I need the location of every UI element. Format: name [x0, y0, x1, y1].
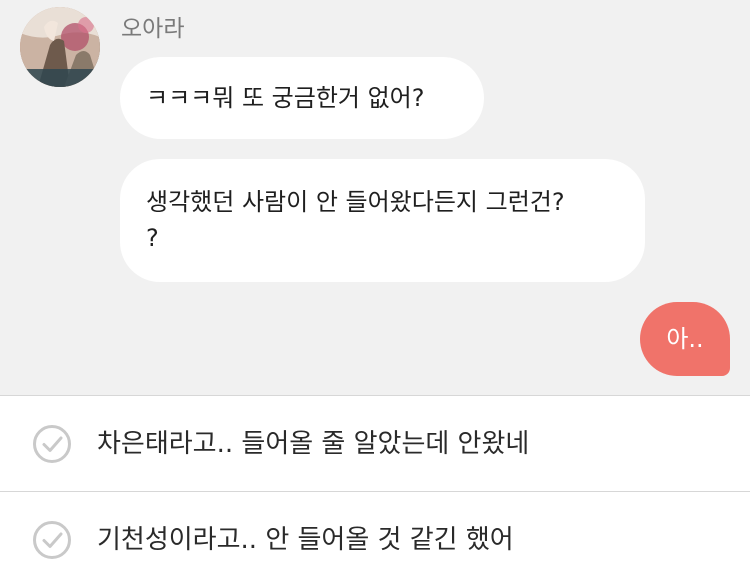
reply-option-label: 기천성이라고.. 안 들어올 것 같긴 했어 [97, 525, 514, 555]
message-bubble-incoming: 생각했던 사람이 안 들어왔다든지 그런건? ? [120, 159, 645, 282]
avatar-image [20, 7, 100, 87]
reply-option-label: 차은태라고.. 들어올 줄 알았는데 안왔네 [97, 429, 530, 459]
reply-option[interactable]: 차은태라고.. 들어올 줄 알았는데 안왔네 [0, 395, 750, 491]
check-circle-icon [33, 521, 71, 559]
chat-area: 오아라 ㅋㅋㅋ뭐 또 궁금한거 없어? 생각했던 사람이 안 들어왔다든지 그런… [0, 0, 750, 395]
message-bubble-outgoing: 아.. [640, 302, 730, 376]
sender-name: 오아라 [121, 16, 185, 42]
message-bubble-incoming: ㅋㅋㅋ뭐 또 궁금한거 없어? [120, 57, 484, 139]
reply-option[interactable]: 기천성이라고.. 안 들어올 것 같긴 했어 [0, 491, 750, 584]
avatar[interactable] [20, 7, 100, 87]
check-circle-icon [33, 425, 71, 463]
